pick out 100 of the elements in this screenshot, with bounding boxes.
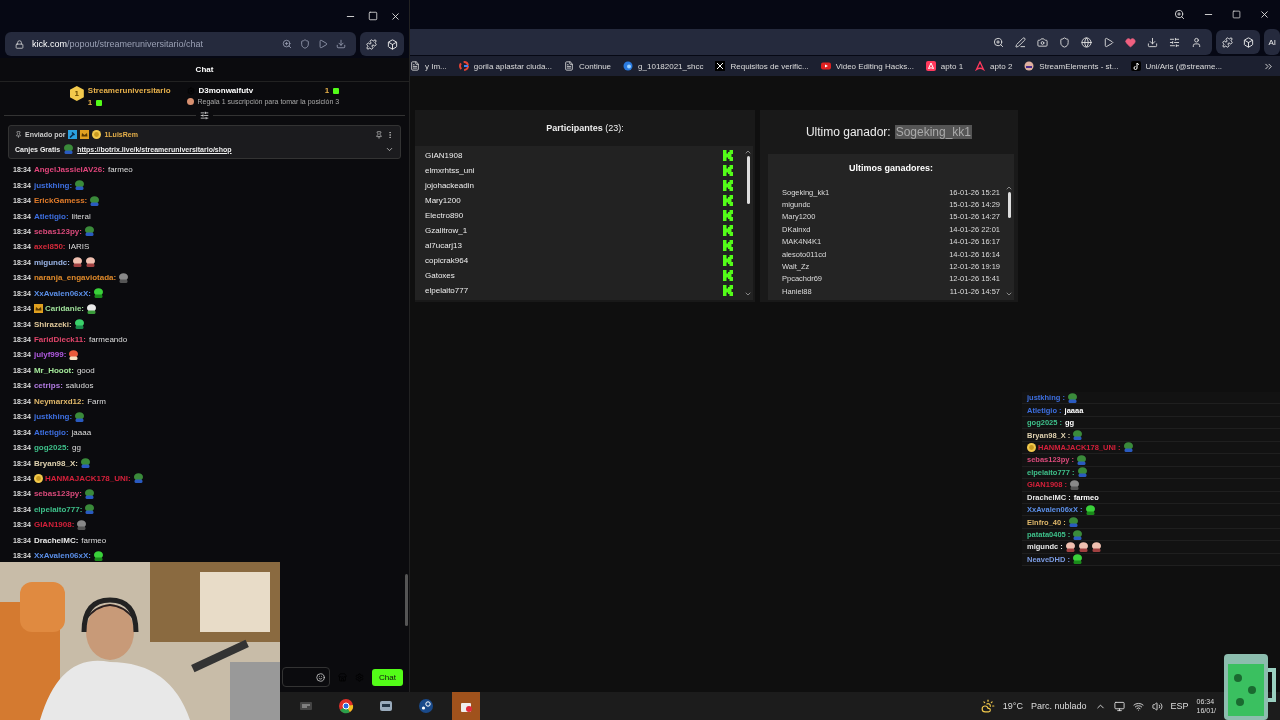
- bookmark[interactable]: Uni/Aris (@streame...: [1130, 61, 1223, 71]
- ai-button[interactable]: AI: [1264, 29, 1280, 55]
- bookmark[interactable]: gorila aplastar ciuda...: [458, 61, 553, 71]
- participant-name: jojohackeadin: [425, 181, 474, 190]
- username: sebas123py:: [33, 489, 82, 499]
- scroll-down-icon[interactable]: [1005, 290, 1013, 298]
- document-icon: [564, 61, 575, 71]
- sliders-icon[interactable]: [1169, 36, 1181, 48]
- download-icon[interactable]: [1147, 36, 1159, 48]
- username: DrachelMC:: [33, 535, 79, 545]
- extension-icon[interactable]: [366, 38, 377, 50]
- shield-icon[interactable]: [300, 39, 310, 49]
- username: Mr_Hooot:: [33, 365, 74, 375]
- airbnb-icon: [975, 61, 986, 71]
- username: GIAN1908:: [33, 520, 75, 530]
- participants-title: Participantes (23):: [546, 123, 624, 133]
- bookmark[interactable]: g_10182021_shcc: [623, 61, 704, 71]
- scrollbar-thumb[interactable]: [1007, 192, 1011, 218]
- message-text: IARIS: [68, 242, 90, 252]
- send-icon[interactable]: [1103, 36, 1115, 48]
- girl-emote-icon: [71, 257, 83, 268]
- cat-emote-icon: [118, 272, 130, 283]
- bookmark[interactable]: apto 2: [975, 61, 1013, 71]
- frog-emote-icon: [63, 144, 75, 154]
- camera-icon[interactable]: [1037, 36, 1049, 48]
- blob-emote-icon: [93, 550, 104, 561]
- close-icon[interactable]: [390, 10, 401, 22]
- bookmark[interactable]: Video Editing Hacks...: [820, 61, 914, 71]
- crown-badge-icon: [33, 304, 43, 314]
- winner-name: Sogeking_kk1: [894, 125, 973, 139]
- frog-emote-icon: [83, 488, 95, 499]
- weather-icon[interactable]: [980, 699, 995, 713]
- emoji-icon[interactable]: [316, 672, 326, 682]
- chat-input[interactable]: [282, 667, 331, 687]
- close-icon[interactable]: [1259, 8, 1270, 20]
- participant-name: Mary1200: [425, 196, 461, 205]
- network-icon[interactable]: [1132, 700, 1144, 712]
- bookmark[interactable]: Requisitos de verific...: [715, 61, 809, 71]
- message-text: Farm: [87, 396, 106, 406]
- cube-icon[interactable]: [1243, 36, 1255, 48]
- unpin-icon[interactable]: [375, 130, 383, 139]
- username: Neymarxd12:: [33, 396, 85, 406]
- frog-emote-icon: [1076, 454, 1088, 465]
- username: Atletigio:: [33, 211, 69, 221]
- k-logo-icon: [723, 270, 733, 281]
- scrollbar-thumb[interactable]: [405, 574, 408, 626]
- extension-icon[interactable]: [1222, 36, 1234, 48]
- username: sebas123py:: [33, 226, 82, 236]
- more-icon[interactable]: [386, 130, 394, 139]
- chat-title: Chat: [0, 58, 409, 82]
- username: julyf999:: [33, 350, 67, 360]
- zoom-icon[interactable]: [282, 39, 292, 49]
- restore-icon[interactable]: [1232, 9, 1241, 19]
- username: Bryan98_X:: [33, 458, 78, 468]
- username: naranja_engaviotada:: [33, 273, 117, 283]
- girl-emote-icon: [1090, 541, 1102, 552]
- airbnb-icon: [925, 61, 936, 71]
- chat-send-button[interactable]: Chat: [372, 668, 403, 686]
- girl-emote-icon: [1064, 541, 1076, 552]
- cube-icon[interactable]: [387, 38, 398, 50]
- gift-icon: [333, 87, 340, 94]
- leaf-emote-icon: [73, 319, 85, 330]
- bookmark[interactable]: y Im...: [410, 61, 447, 71]
- message-text: farmeando: [88, 335, 128, 345]
- message-text: good: [76, 365, 95, 375]
- username: justkhing:: [33, 412, 73, 422]
- frog-emote-icon: [1122, 442, 1134, 453]
- edit-icon[interactable]: [1015, 36, 1027, 48]
- k-logo-icon: [723, 195, 733, 206]
- frog-emote-icon: [74, 180, 86, 191]
- frog-emote-icon: [83, 226, 95, 237]
- volume-icon[interactable]: [1151, 700, 1163, 712]
- scroll-up-icon[interactable]: [1005, 184, 1013, 192]
- frog-emote-icon: [1067, 517, 1079, 528]
- scroll-down-icon[interactable]: [744, 290, 752, 298]
- participant-name: Gzalitrow_1: [425, 226, 468, 235]
- monitor-icon[interactable]: [1113, 700, 1125, 712]
- participant-name: elmxrhtss_uni: [425, 166, 475, 175]
- address-bar[interactable]: kick.com/popout/streameruniversitario/chat: [5, 32, 356, 56]
- weather-text: Parc. nublado: [1030, 701, 1087, 711]
- girl-emote-icon: [1077, 541, 1089, 552]
- scrollbar-thumb[interactable]: [746, 156, 750, 204]
- temperature: 19°C: [1002, 701, 1023, 711]
- search-icon[interactable]: [1174, 8, 1185, 20]
- bookmark[interactable]: apto 1: [925, 61, 964, 71]
- zoom-icon[interactable]: [993, 36, 1005, 48]
- frog-emote-icon: [1066, 392, 1078, 403]
- bookmark[interactable]: StreamElements - st...: [1024, 61, 1119, 71]
- scroll-up-icon[interactable]: [744, 148, 752, 156]
- taskbar-app[interactable]: [452, 692, 480, 720]
- coin-badge-icon: [92, 130, 102, 139]
- send-icon[interactable]: [318, 39, 328, 49]
- profile-icon[interactable]: [1191, 36, 1203, 48]
- participant-name: GIAN1908: [425, 151, 463, 160]
- heart-icon[interactable]: [1125, 36, 1137, 48]
- cat-emote-icon: [1069, 479, 1081, 490]
- username: XxAvalen06xX:: [33, 551, 91, 561]
- participant-name: copicrak964: [425, 256, 469, 265]
- maximize-icon[interactable]: [368, 11, 378, 21]
- bookmark[interactable]: Continue: [564, 61, 612, 71]
